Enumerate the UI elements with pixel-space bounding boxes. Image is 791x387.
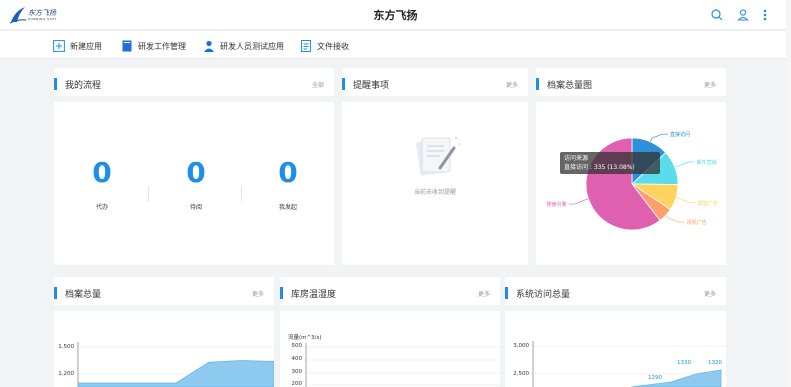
page-scrollbar[interactable] xyxy=(786,0,791,387)
todo-count[interactable]: 0 xyxy=(72,156,132,189)
y-tick-label: 2,500 xyxy=(513,371,529,377)
pie-label: 邮件营销 xyxy=(696,159,717,166)
card-header: 库房温湿度 更多 xyxy=(280,277,500,311)
accent-bar xyxy=(505,287,508,299)
divider xyxy=(148,186,149,202)
system-visits-card: 系统访问总量 更多 3,000 2,500 1290 1330 1320 xyxy=(505,277,726,387)
y-tick-label: 200 xyxy=(291,381,303,387)
initiated-label: 我发起 xyxy=(278,204,297,211)
card-header: 提醒事项 更多 xyxy=(342,68,528,102)
divider xyxy=(241,186,242,202)
y-tick-label: 1,500 xyxy=(58,344,74,350)
more-link[interactable]: 更多 xyxy=(704,80,716,89)
y-tick-label: 500 xyxy=(291,343,303,349)
my-process-card: 我的流程 全部 0 代办 0 待阅 0 我发起 xyxy=(54,68,334,265)
accent-bar xyxy=(342,78,345,90)
toread-count[interactable]: 0 xyxy=(166,156,226,189)
point-label: 1320 xyxy=(708,360,722,366)
area-chart[interactable] xyxy=(531,337,726,387)
card-title: 库房温湿度 xyxy=(291,290,337,300)
reminders-card: 提醒事项 更多 当前未收到提醒 xyxy=(342,68,528,265)
y-tick-label: 3,000 xyxy=(513,343,529,349)
card-header: 档案总量 更多 xyxy=(54,277,274,311)
pie-chart[interactable] xyxy=(536,102,726,262)
y-tick-label: 1,200 xyxy=(58,371,74,377)
toolbar-label: 研发人员测试应用 xyxy=(220,41,284,51)
quick-toolbar: 新建应用 研发工作管理 研发人员测试应用 文件接收 xyxy=(0,31,791,59)
plus-square-icon xyxy=(53,40,65,52)
initiated-count[interactable]: 0 xyxy=(258,156,318,189)
pie-leader-line xyxy=(650,133,668,142)
archive-total-card: 档案总量 更多 1,500 1,200 xyxy=(54,277,274,387)
app-header: 东方飞扬 RUNNING SOFT 东方飞扬 xyxy=(0,0,791,30)
file-icon xyxy=(300,40,312,52)
accent-bar xyxy=(536,78,539,90)
tooltip-title: 访问来源 xyxy=(564,155,589,162)
pie-leader-line xyxy=(674,161,695,168)
point-label: 1290 xyxy=(648,375,662,381)
card-title: 提醒事项 xyxy=(353,81,390,91)
pie-label: 直接访问 xyxy=(669,132,690,139)
pie-leader-line xyxy=(665,215,685,223)
card-title: 档案总量 xyxy=(65,290,102,300)
pie-leader-line xyxy=(675,197,696,203)
card-header: 我的流程 全部 xyxy=(54,68,334,102)
toread-label: 待阅 xyxy=(189,204,202,211)
logo-swoosh-icon xyxy=(9,7,27,24)
app-logo[interactable]: 东方飞扬 RUNNING SOFT xyxy=(9,5,69,25)
y-tick-label: 300 xyxy=(291,369,303,375)
more-link[interactable]: 更多 xyxy=(506,80,518,89)
area-series xyxy=(630,369,722,387)
card-title: 我的流程 xyxy=(65,81,102,91)
user-icon[interactable] xyxy=(736,7,750,23)
toolbar-label: 研发工作管理 xyxy=(138,41,186,51)
more-link[interactable]: 更多 xyxy=(704,289,716,298)
empty-state-text: 当前未收到提醒 xyxy=(413,189,456,196)
person-icon xyxy=(203,40,215,52)
y-tick-label: 400 xyxy=(291,356,303,362)
accent-bar xyxy=(54,287,57,299)
toolbar-label: 文件接收 xyxy=(317,41,349,51)
rd-test-app-button[interactable]: 研发人员测试应用 xyxy=(203,38,284,54)
card-header: 系统访问总量 更多 xyxy=(505,277,726,311)
accent-bar xyxy=(280,287,283,299)
more-link[interactable]: 更多 xyxy=(252,289,264,298)
logo-subtext: RUNNING SOFT xyxy=(28,17,57,21)
pie-label: 联盟广告 xyxy=(697,200,718,207)
accent-bar xyxy=(54,78,57,90)
pie-label: 视频广告 xyxy=(686,220,707,227)
warehouse-card: 库房温湿度 更多 流量(m^3/s) 500 400 300 200 xyxy=(280,277,500,387)
search-icon[interactable] xyxy=(710,7,724,23)
point-label: 1330 xyxy=(677,360,691,366)
card-title: 档案总量图 xyxy=(547,81,593,91)
y-axis-label: 流量(m^3/s) xyxy=(288,335,322,341)
todo-label: 代办 xyxy=(95,204,108,211)
book-icon xyxy=(121,40,133,52)
card-title: 系统访问总量 xyxy=(516,290,571,300)
toolbar-label: 新建应用 xyxy=(70,41,102,51)
card-header: 档案总量图 更多 xyxy=(536,68,726,102)
chart-tooltip: 访问来源 直接访问 : 335 (13.08%) xyxy=(560,152,660,174)
file-receive-button[interactable]: 文件接收 xyxy=(300,38,349,54)
more-vertical-icon[interactable] xyxy=(758,7,772,23)
pie-label: 搜索引擎 xyxy=(546,202,567,209)
tooltip-value: 直接访问 : 335 (13.08%) xyxy=(564,164,635,171)
area-chart[interactable] xyxy=(76,337,274,387)
empty-document-icon xyxy=(416,137,460,176)
more-link[interactable]: 更多 xyxy=(478,289,490,298)
rd-work-management-button[interactable]: 研发工作管理 xyxy=(121,38,186,54)
line-chart[interactable] xyxy=(304,341,500,387)
view-all-link[interactable]: 全部 xyxy=(312,80,324,89)
page-title: 东方飞扬 xyxy=(373,9,418,22)
new-app-button[interactable]: 新建应用 xyxy=(53,38,102,54)
pie-leader-line xyxy=(568,198,589,205)
